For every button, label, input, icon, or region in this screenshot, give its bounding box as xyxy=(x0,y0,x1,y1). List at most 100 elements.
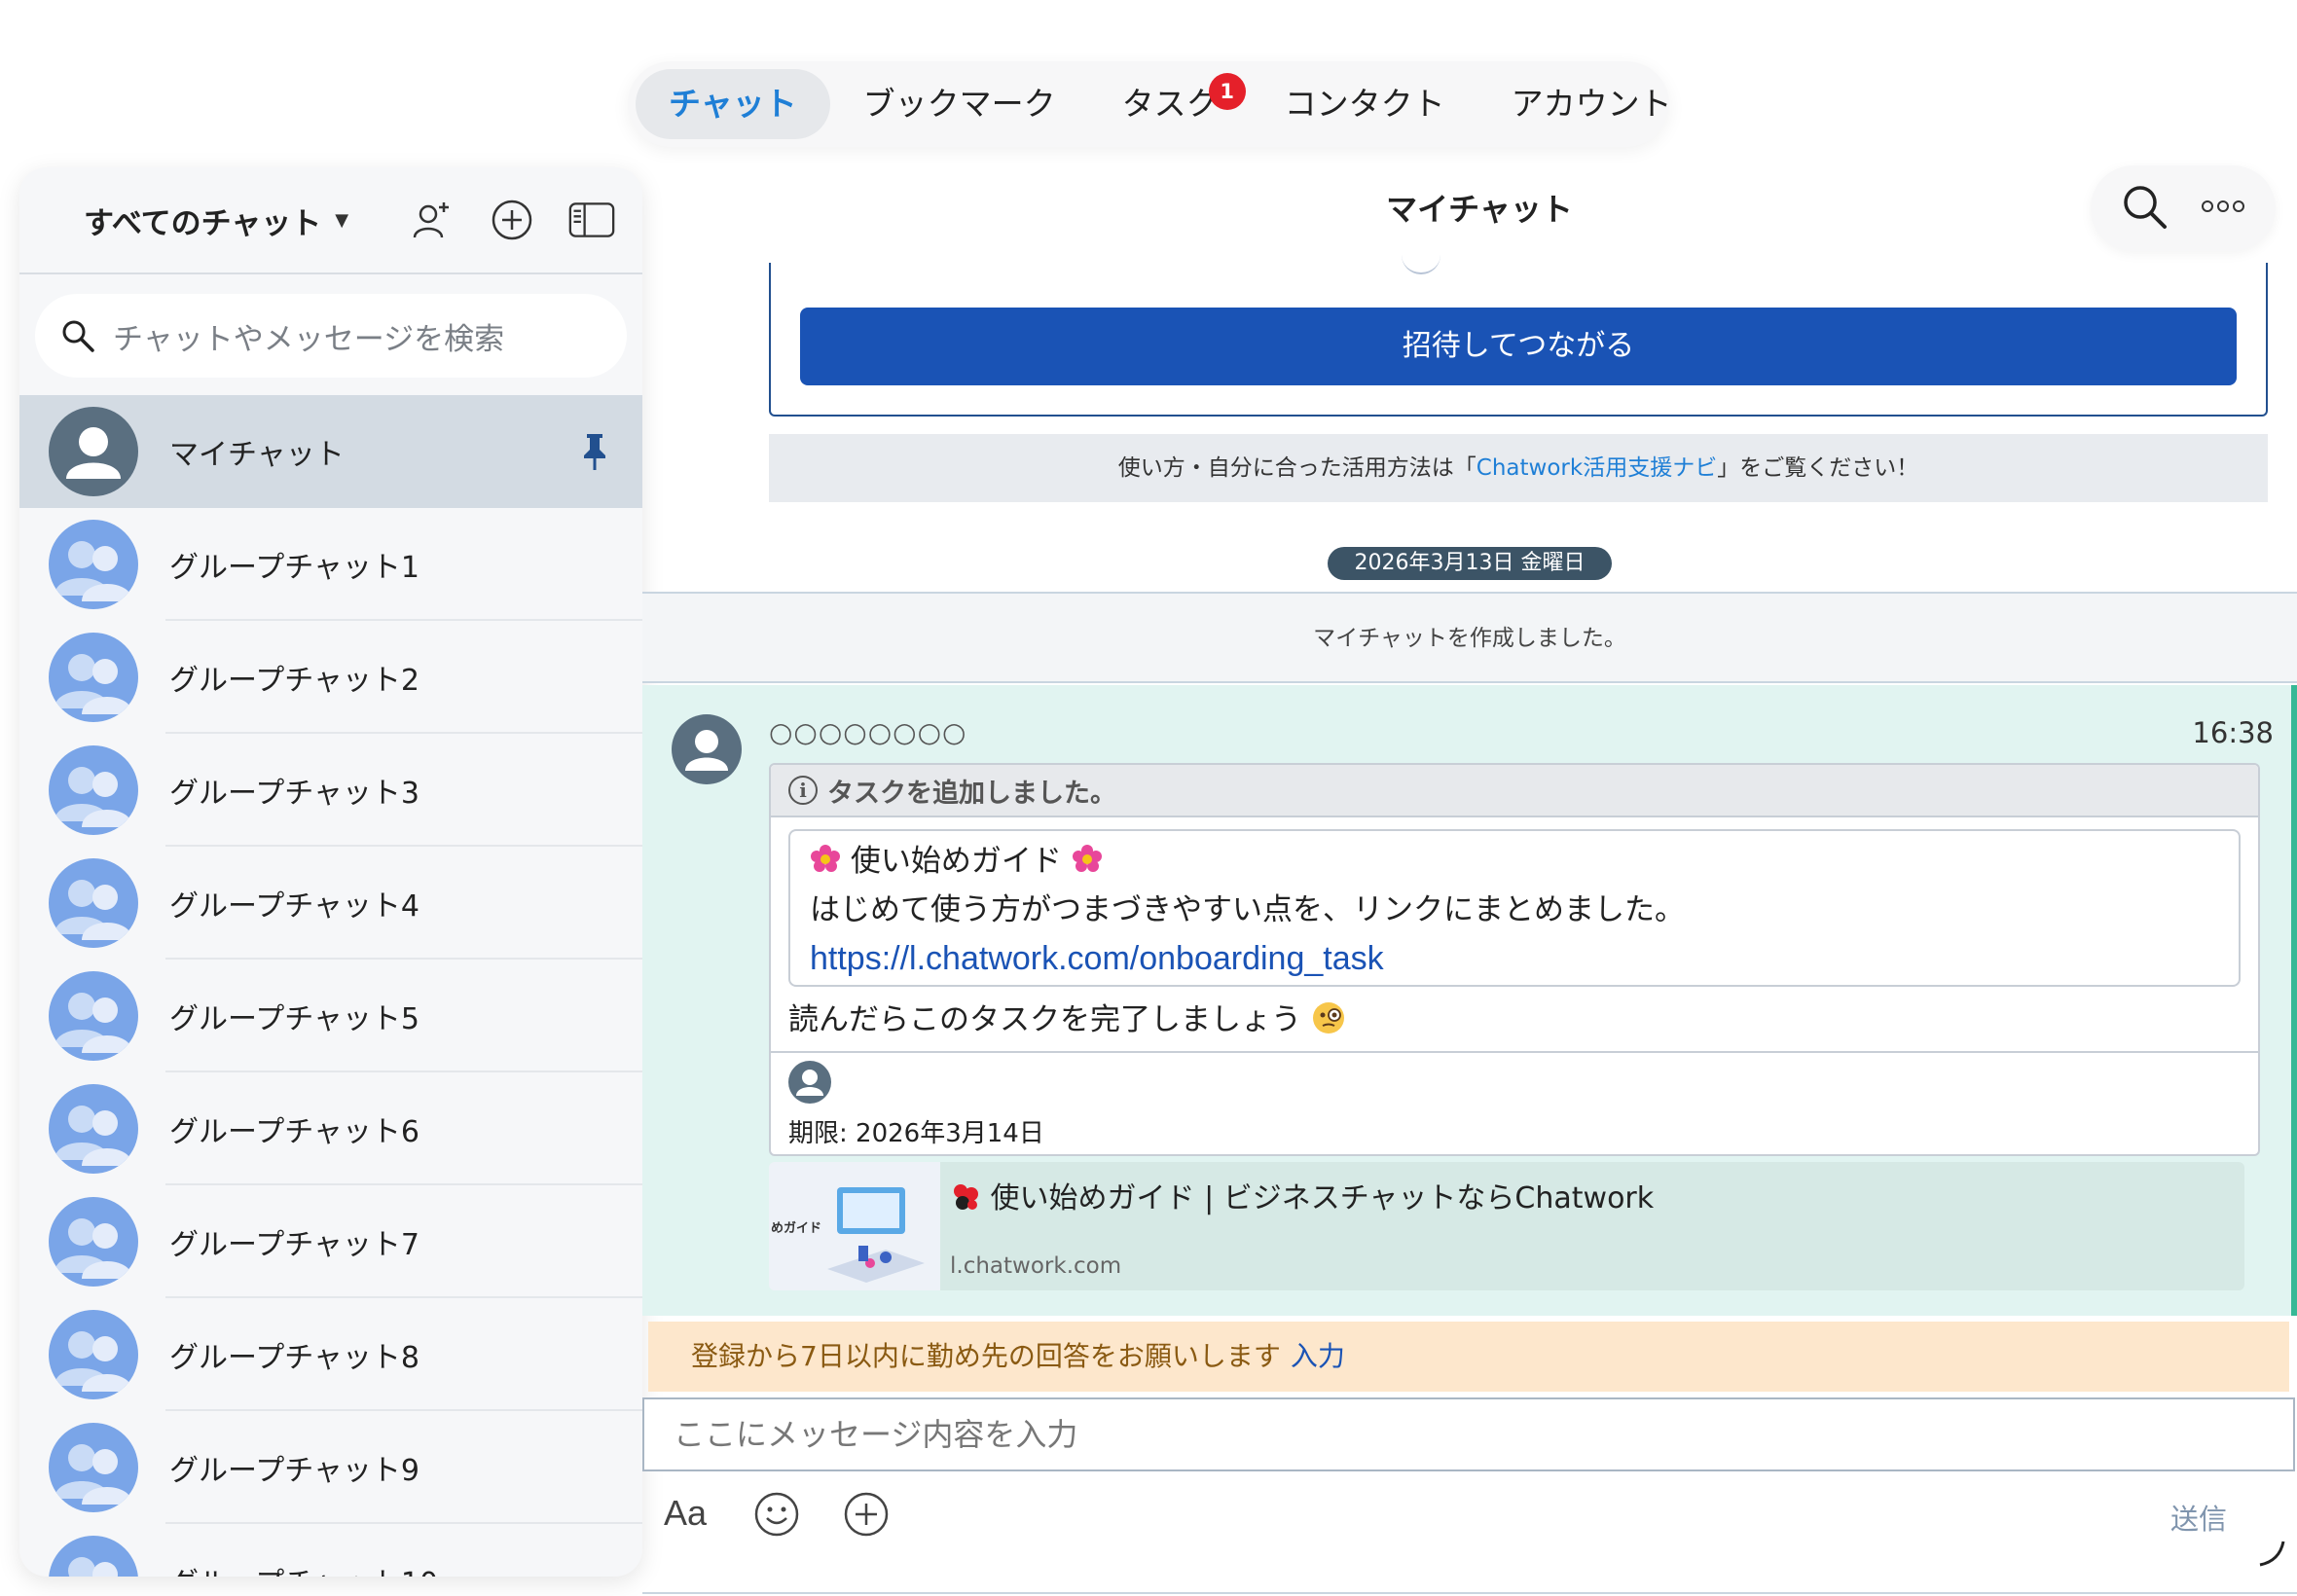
thumbnail-text: めガイド xyxy=(771,1221,821,1236)
onboarding-link[interactable]: https://l.chatwork.com/onboarding_task xyxy=(810,940,1384,977)
group-avatar-icon xyxy=(49,1310,138,1399)
tab-task[interactable]: タスク 1 xyxy=(1089,69,1252,139)
task-due-date: 期限: 2026年3月14日 xyxy=(788,1119,1044,1148)
flower-emoji-icon xyxy=(811,845,840,872)
group-avatar-icon xyxy=(49,1536,138,1577)
room-item-group-1[interactable]: グループチャット1 xyxy=(19,508,642,621)
tab-label: チャット xyxy=(669,85,797,123)
chat-title: マイチャット xyxy=(1386,191,1573,228)
room-item-group-9[interactable]: グループチャット9 xyxy=(19,1411,642,1524)
room-name: グループチャット3 xyxy=(169,777,419,811)
send-button[interactable]: 送信 xyxy=(2170,1497,2227,1538)
room-name: グループチャット10 xyxy=(169,1559,438,1577)
help-prefix: 使い方・自分に合った活用方法は「 xyxy=(1117,455,1477,481)
group-avatar-icon xyxy=(49,745,138,835)
room-item-group-6[interactable]: グループチャット6 xyxy=(19,1072,642,1185)
chat-search: チャットやメッセージを検索 xyxy=(19,274,642,395)
flower-emoji-icon xyxy=(1072,845,1102,872)
group-avatar-icon xyxy=(49,1423,138,1512)
help-navi-link[interactable]: Chatwork活用支援ナビ xyxy=(1477,455,1717,481)
chat-search-input[interactable]: チャットやメッセージを検索 xyxy=(35,294,627,378)
sidebar-toggle-icon[interactable] xyxy=(568,197,615,243)
attach-plus-icon[interactable] xyxy=(843,1491,890,1542)
link-preview-thumbnail: めガイド xyxy=(769,1162,940,1290)
message-input-placeholder: ここにメッセージ内容を入力 xyxy=(674,1416,1078,1453)
room-name: グループチャット2 xyxy=(169,664,419,698)
tab-label: タスク xyxy=(1121,85,1219,123)
tab-label: ブックマーク xyxy=(862,85,1056,123)
group-avatar-icon xyxy=(49,1197,138,1287)
bottom-divider xyxy=(642,1592,2297,1594)
message-item[interactable]: ○○○○○○○○ 16:38 i タスクを追加しました。 使い始めガイド はじめ… xyxy=(642,685,2297,1316)
text-format-button[interactable]: Aa xyxy=(664,1493,707,1534)
add-contact-icon[interactable] xyxy=(409,197,456,243)
invite-illustration xyxy=(1402,251,1440,274)
chat-filter-dropdown[interactable]: すべてのチャット xyxy=(84,199,321,242)
invite-card: 招待してつながる xyxy=(769,263,2268,417)
room-name: グループチャット9 xyxy=(169,1454,419,1488)
message-time: 16:38 xyxy=(2192,716,2274,749)
link-preview-title: 使い始めガイド | ビジネスチャットならChatwork xyxy=(990,1181,1655,1215)
room-item-group-4[interactable]: グループチャット4 xyxy=(19,847,642,960)
tab-bookmark[interactable]: ブックマーク xyxy=(830,69,1089,139)
room-name: グループチャット7 xyxy=(169,1228,419,1262)
group-avatar-icon xyxy=(49,520,138,609)
caret-down-icon[interactable]: ▼ xyxy=(335,210,348,231)
chatwork-logo-icon xyxy=(954,1184,978,1210)
room-name: グループチャット1 xyxy=(169,551,419,585)
quote-title: 使い始めガイド xyxy=(850,844,1062,879)
avatar xyxy=(49,407,138,496)
room-item-group-10[interactable]: グループチャット10 xyxy=(19,1524,642,1577)
search-icon[interactable] xyxy=(2120,182,2169,235)
room-item-group-5[interactable]: グループチャット5 xyxy=(19,960,642,1072)
search-icon xyxy=(62,320,94,352)
group-avatar-icon xyxy=(49,1084,138,1174)
date-badge: 2026年3月13日 金曜日 xyxy=(1328,547,1612,580)
quote-body: はじめて使う方がつまづきやすい点を、リンクにまとめました。 xyxy=(810,892,1685,927)
notice-input-link[interactable]: 入力 xyxy=(1291,1340,1345,1372)
tab-contact[interactable]: コンタクト xyxy=(1252,69,1478,139)
new-chat-icon[interactable] xyxy=(489,197,535,243)
more-options-icon[interactable] xyxy=(2200,197,2246,220)
room-name: グループチャット6 xyxy=(169,1115,419,1149)
pin-icon xyxy=(584,434,605,470)
group-avatar-icon xyxy=(49,971,138,1061)
task-card-header: i タスクを追加しました。 xyxy=(771,765,2258,817)
quote-block: 使い始めガイド はじめて使う方がつまづきやすい点を、リンクにまとめました。 ht… xyxy=(788,829,2241,987)
invite-button[interactable]: 招待してつながる xyxy=(800,308,2237,385)
search-placeholder: チャットやメッセージを検索 xyxy=(113,321,505,357)
tab-chat[interactable]: チャット xyxy=(636,69,830,139)
notice-bar: 登録から7日以内に勤め先の回答をお願いします 入力 xyxy=(648,1322,2289,1392)
room-name: グループチャット5 xyxy=(169,1002,419,1036)
task-text: 読んだらこのタスクを完了しましょう xyxy=(788,1002,1301,1037)
room-item-group-2[interactable]: グループチャット2 xyxy=(19,621,642,734)
resize-handle-icon[interactable] xyxy=(2256,1538,2285,1567)
task-header-text: タスクを追加しました。 xyxy=(827,778,1116,809)
room-item-group-7[interactable]: グループチャット7 xyxy=(19,1185,642,1298)
system-message: マイチャットを作成しました。 xyxy=(642,594,2297,683)
composer-toolbar: Aa 送信 xyxy=(642,1479,2297,1577)
tab-label: コンタクト xyxy=(1284,85,1445,123)
group-avatar-icon xyxy=(49,858,138,948)
tab-label: アカウント xyxy=(1511,85,1672,123)
group-avatar-icon xyxy=(49,633,138,722)
task-card: i タスクを追加しました。 使い始めガイド はじめて使う方がつまづきやすい点を、… xyxy=(769,763,2260,1156)
help-bar: 使い方・自分に合った活用方法は「Chatwork活用支援ナビ」をご覧ください！ xyxy=(769,434,2268,502)
message-input[interactable]: ここにメッセージ内容を入力 xyxy=(642,1397,2295,1471)
room-item-group-8[interactable]: グループチャット8 xyxy=(19,1298,642,1411)
room-name: グループチャット8 xyxy=(169,1341,419,1375)
help-suffix: 」をご覧ください！ xyxy=(1717,455,1919,481)
link-preview-card[interactable]: めガイド 使い始めガイド | ビジネスチャットならChatwork l.chat… xyxy=(769,1162,2244,1290)
room-item-group-3[interactable]: グループチャット3 xyxy=(19,734,642,847)
tab-account[interactable]: アカウント xyxy=(1478,69,1705,139)
info-icon: i xyxy=(788,776,818,805)
emoji-icon[interactable] xyxy=(753,1491,800,1542)
main-tab-bar: チャット ブックマーク タスク 1 コンタクト アカウント xyxy=(628,61,1672,147)
sender-avatar[interactable] xyxy=(672,714,742,784)
room-name: マイチャット xyxy=(169,438,345,472)
sender-name[interactable]: ○○○○○○○○ xyxy=(769,716,966,748)
assignee-avatar[interactable] xyxy=(788,1061,831,1104)
chat-list-panel: すべてのチャット ▼ チャットやメッセージを検索 マイチャット グループチャット… xyxy=(19,167,642,1577)
room-item-my-chat[interactable]: マイチャット xyxy=(19,395,642,508)
chat-list-header: すべてのチャット ▼ xyxy=(19,167,642,274)
